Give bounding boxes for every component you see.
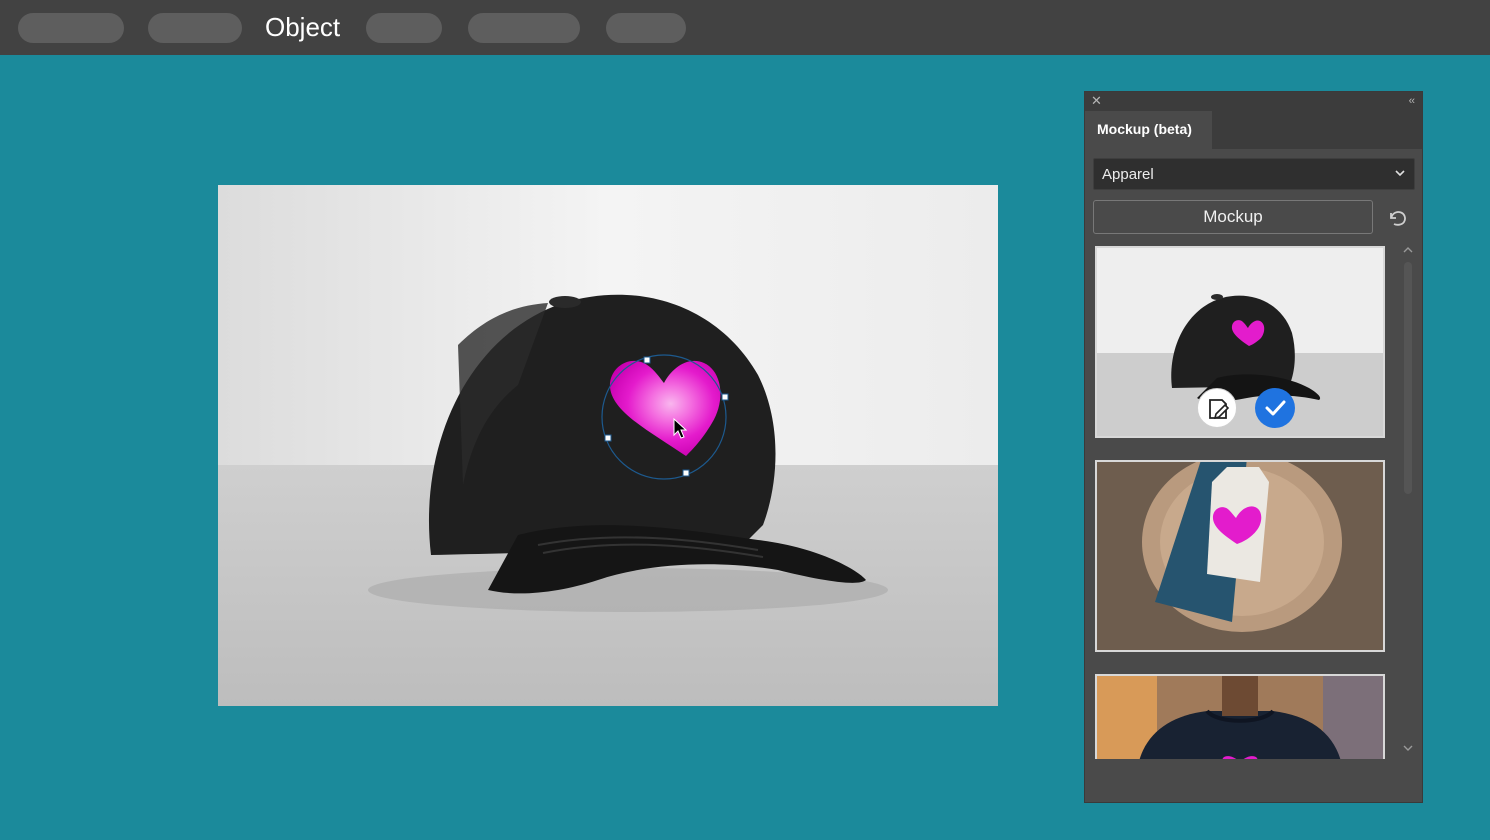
- check-icon: [1265, 400, 1286, 416]
- mockup-thumbnail-tshirt[interactable]: [1095, 674, 1385, 759]
- menu-item-placeholder-1[interactable]: [18, 13, 124, 43]
- scrollbar-thumb[interactable]: [1404, 262, 1412, 494]
- mockup-results-list: [1085, 244, 1422, 759]
- edit-mockup-button[interactable]: [1197, 388, 1237, 428]
- close-icon[interactable]: ✕: [1091, 94, 1102, 108]
- cap-photo: [218, 185, 998, 706]
- tab-mockup-beta[interactable]: Mockup (beta): [1085, 111, 1212, 149]
- scroll-down-icon[interactable]: [1403, 744, 1413, 752]
- menu-item-placeholder-4[interactable]: [468, 13, 580, 43]
- menu-bar: Object: [0, 0, 1490, 55]
- category-select-value: Apparel: [1102, 166, 1154, 183]
- cap-thumbnail-image: [1097, 248, 1383, 436]
- tshirt-thumbnail-image: [1097, 676, 1383, 759]
- mockup-panel: ✕ ‹‹ Mockup (beta) Apparel Mockup: [1084, 91, 1423, 803]
- menu-item-placeholder-5[interactable]: [606, 13, 686, 43]
- apply-mockup-button[interactable]: [1255, 388, 1295, 428]
- panel-header: ✕ ‹‹: [1085, 92, 1422, 111]
- double-chevron-left-icon[interactable]: ‹‹: [1409, 94, 1415, 108]
- scroll-up-icon[interactable]: [1403, 246, 1413, 254]
- category-select[interactable]: Apparel: [1093, 158, 1415, 190]
- panel-scrollbar[interactable]: [1401, 244, 1415, 759]
- menu-item-placeholder-3[interactable]: [366, 13, 442, 43]
- mockup-button[interactable]: Mockup: [1093, 200, 1373, 234]
- panel-tab-strip: Mockup (beta): [1085, 111, 1422, 149]
- menu-item-object[interactable]: Object: [265, 11, 340, 43]
- mockup-thumbnail-tag[interactable]: [1095, 460, 1385, 652]
- tag-thumbnail-image: [1097, 462, 1383, 650]
- refresh-icon[interactable]: [1387, 208, 1409, 228]
- chevron-down-icon: [1395, 170, 1405, 177]
- edit-icon: [1209, 399, 1230, 420]
- menu-item-placeholder-2[interactable]: [148, 13, 242, 43]
- artboard-canvas[interactable]: [218, 185, 998, 706]
- mockup-thumbnail-cap[interactable]: [1095, 246, 1385, 438]
